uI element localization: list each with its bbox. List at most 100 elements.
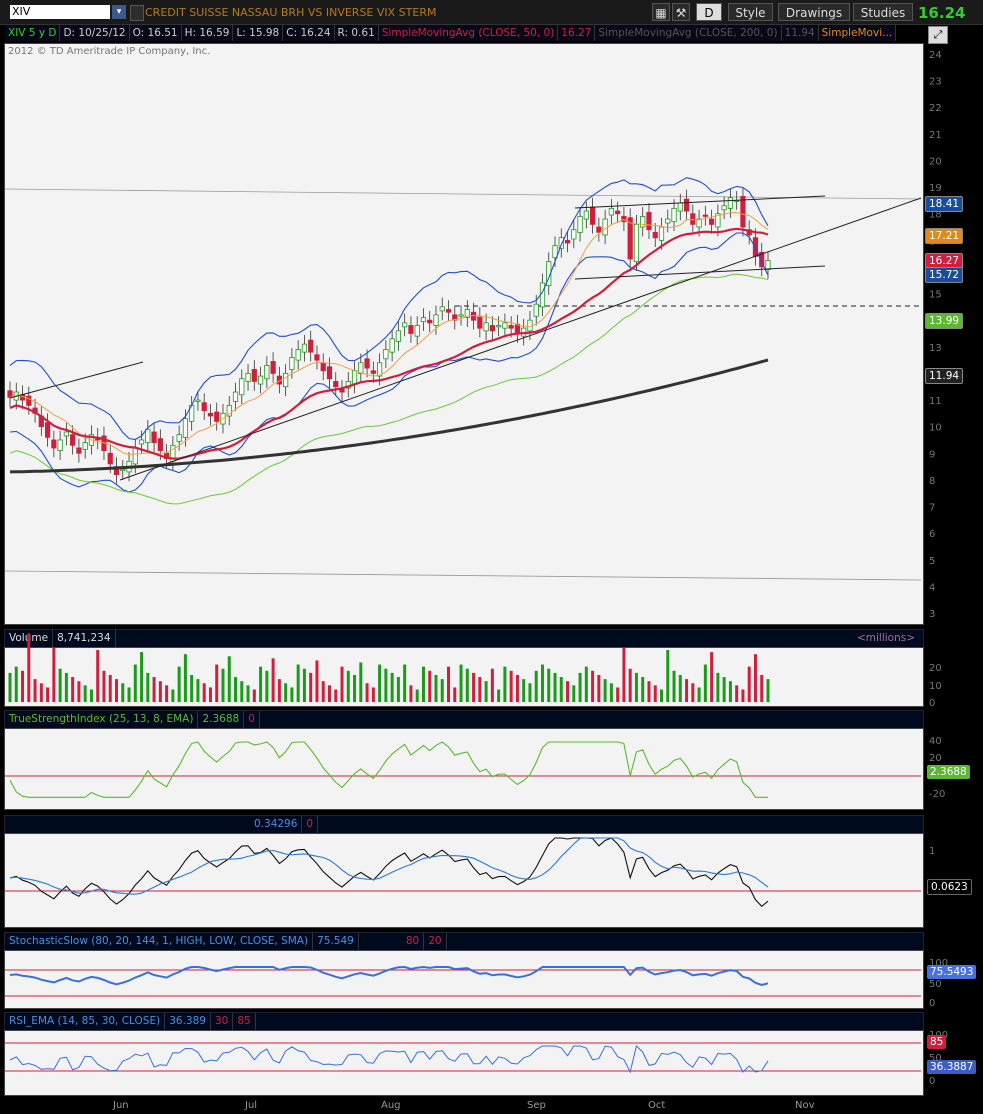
rsi-upper-badge: 85 bbox=[927, 1035, 947, 1049]
y-tick-label: 20 bbox=[929, 156, 942, 167]
osc-value: 0.34296 bbox=[250, 816, 303, 833]
candle bbox=[120, 468, 126, 471]
support-line bbox=[4, 570, 922, 581]
candle bbox=[301, 343, 308, 353]
trendline-2 bbox=[119, 197, 922, 481]
osc-panel[interactable] bbox=[4, 833, 924, 928]
candle bbox=[671, 207, 677, 223]
candle bbox=[201, 402, 207, 412]
candle bbox=[57, 439, 63, 452]
rsi-upper: 85 bbox=[233, 1013, 256, 1030]
candle bbox=[690, 213, 696, 225]
candle bbox=[207, 412, 214, 417]
candle bbox=[765, 260, 771, 271]
candle bbox=[508, 325, 514, 329]
candle bbox=[326, 366, 333, 380]
volume-panel[interactable] bbox=[4, 647, 924, 707]
y-tick-label: 3 bbox=[929, 609, 935, 620]
x-tick-label: Jun bbox=[112, 1100, 129, 1111]
stoch-header: StochasticSlow (80, 20, 144, 1, HIGH, LO… bbox=[4, 932, 924, 951]
channel-top bbox=[574, 195, 826, 209]
candle bbox=[577, 215, 583, 233]
candle bbox=[138, 439, 145, 445]
candle bbox=[176, 434, 182, 442]
candle bbox=[132, 447, 138, 465]
candle bbox=[107, 452, 113, 465]
y-tick-label: 19 bbox=[929, 183, 942, 194]
candle bbox=[477, 315, 483, 329]
rsi-panel[interactable] bbox=[4, 1030, 924, 1096]
candle bbox=[420, 317, 427, 322]
candle bbox=[333, 381, 339, 388]
rsi-label[interactable]: RSI_EMA (14, 85, 30, CLOSE) bbox=[5, 1013, 166, 1030]
candle bbox=[151, 431, 157, 444]
candle bbox=[602, 218, 608, 236]
candle bbox=[339, 388, 345, 393]
candle bbox=[646, 211, 652, 231]
candle bbox=[283, 373, 289, 388]
bollinger-upper bbox=[9, 177, 769, 441]
x-tick-label: Jul bbox=[244, 1100, 257, 1111]
candle bbox=[145, 428, 151, 444]
candle bbox=[533, 303, 539, 317]
candle bbox=[427, 319, 433, 324]
volume-unit: <millions> bbox=[856, 632, 915, 644]
volume-label: Volume bbox=[5, 630, 54, 647]
candle bbox=[70, 434, 76, 446]
candle bbox=[402, 322, 408, 328]
candle bbox=[665, 218, 671, 224]
candle bbox=[433, 314, 439, 326]
price-badge: 15.72 bbox=[925, 267, 964, 284]
price-badge: 17.21 bbox=[925, 227, 964, 244]
candle bbox=[195, 399, 201, 402]
candle bbox=[552, 245, 558, 259]
y-tick-label: 24 bbox=[929, 50, 942, 61]
candle bbox=[239, 378, 245, 396]
candle bbox=[596, 226, 602, 233]
candle bbox=[740, 196, 746, 228]
y-tick-label: 7 bbox=[929, 503, 935, 514]
y-tick-label: 10 bbox=[929, 423, 942, 434]
candle bbox=[445, 309, 452, 313]
candle bbox=[370, 370, 376, 374]
candle bbox=[395, 330, 401, 342]
candle bbox=[615, 210, 621, 215]
price-badge: 18.41 bbox=[925, 195, 964, 212]
stoch-badge: 75.5493 bbox=[927, 965, 977, 979]
candle bbox=[658, 226, 665, 241]
candle bbox=[558, 237, 564, 249]
candle bbox=[264, 365, 270, 380]
tsi-label[interactable]: TrueStrengthIndex (25, 13, 8, EMA) bbox=[5, 711, 199, 728]
stoch-panel[interactable] bbox=[4, 950, 924, 1009]
rsi-badge: 36.3887 bbox=[927, 1060, 977, 1074]
stoch-value: 75.549 bbox=[313, 933, 359, 950]
candle bbox=[608, 207, 614, 216]
candle bbox=[383, 349, 389, 360]
tsi-panel[interactable] bbox=[4, 728, 924, 810]
candle bbox=[439, 306, 445, 312]
candle bbox=[702, 214, 708, 217]
y-tick-label: 4 bbox=[929, 582, 935, 593]
candle bbox=[289, 357, 295, 370]
candle bbox=[408, 325, 414, 334]
candle bbox=[182, 418, 189, 438]
tsi-badge: 2.3688 bbox=[927, 765, 970, 779]
y-tick-label: 22 bbox=[929, 103, 942, 114]
osc-zero: 0 bbox=[302, 816, 319, 833]
stoch-over: 80 bbox=[402, 933, 425, 950]
x-tick-label: Aug bbox=[381, 1100, 401, 1111]
stoch-under: 20 bbox=[424, 933, 447, 950]
candle bbox=[63, 431, 69, 437]
candle bbox=[232, 391, 239, 402]
sma200-line bbox=[9, 358, 769, 474]
candle bbox=[389, 338, 395, 353]
candle bbox=[251, 369, 257, 382]
candle bbox=[214, 411, 220, 422]
candle bbox=[589, 206, 596, 225]
trendline-1 bbox=[9, 361, 144, 399]
y-tick-label: 8 bbox=[929, 476, 935, 487]
stoch-label[interactable]: StochasticSlow (80, 20, 144, 1, HIGH, LO… bbox=[5, 933, 314, 950]
candle bbox=[727, 197, 734, 209]
candle bbox=[458, 314, 464, 317]
candle bbox=[652, 231, 658, 239]
